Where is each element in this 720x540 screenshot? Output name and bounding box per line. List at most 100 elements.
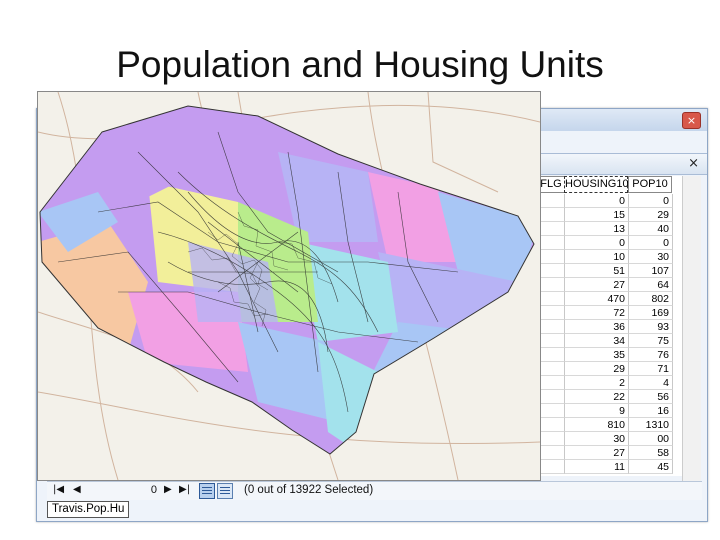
table-row[interactable]: 36 93 xyxy=(537,320,682,334)
first-record-icon[interactable]: |◀ xyxy=(53,484,64,495)
column-header-housing10[interactable]: HOUSING10 xyxy=(564,176,629,193)
table-cell-housing[interactable]: 27 xyxy=(565,446,629,460)
table-cell-housing[interactable]: 13 xyxy=(565,222,629,236)
table-row[interactable]: 13 40 xyxy=(537,222,682,236)
table-cell-flg[interactable] xyxy=(537,194,565,208)
table-cell-flg[interactable] xyxy=(537,222,565,236)
table-row[interactable]: 11 45 xyxy=(537,460,682,474)
table-row[interactable]: 72 169 xyxy=(537,306,682,320)
table-cell-pop[interactable]: 169 xyxy=(629,306,673,320)
table-row[interactable]: 34 75 xyxy=(537,334,682,348)
table-cell-housing[interactable]: 35 xyxy=(565,348,629,362)
table-cell-housing[interactable]: 10 xyxy=(565,250,629,264)
table-cell-flg[interactable] xyxy=(537,348,565,362)
show-all-records-icon[interactable] xyxy=(199,483,215,499)
table-row[interactable]: 10 30 xyxy=(537,250,682,264)
table-cell-housing[interactable]: 34 xyxy=(565,334,629,348)
next-record-icon[interactable]: ▶ xyxy=(164,484,172,495)
table-cell-flg[interactable] xyxy=(537,376,565,390)
record-navigation-bar: |◀ ◀ 0 ▶ ▶| (0 out of 13922 Selected) xyxy=(47,481,702,500)
table-cell-pop[interactable]: 75 xyxy=(629,334,673,348)
table-cell-flg[interactable] xyxy=(537,292,565,306)
table-cell-pop[interactable]: 58 xyxy=(629,446,673,460)
table-cell-pop[interactable]: 56 xyxy=(629,390,673,404)
table-cell-flg[interactable] xyxy=(537,432,565,446)
table-cell-pop[interactable]: 93 xyxy=(629,320,673,334)
table-cell-housing[interactable]: 36 xyxy=(565,320,629,334)
table-row[interactable]: 470 802 xyxy=(537,292,682,306)
table-cell-flg[interactable] xyxy=(537,236,565,250)
table-row[interactable]: 27 64 xyxy=(537,278,682,292)
table-cell-pop[interactable]: 16 xyxy=(629,404,673,418)
table-row[interactable]: 30 00 xyxy=(537,432,682,446)
table-cell-housing[interactable]: 9 xyxy=(565,404,629,418)
map-graphic xyxy=(38,92,540,480)
table-cell-housing[interactable]: 0 xyxy=(565,194,629,208)
previous-record-icon[interactable]: ◀ xyxy=(73,484,81,495)
table-cell-flg[interactable] xyxy=(537,208,565,222)
table-cell-pop[interactable]: 76 xyxy=(629,348,673,362)
attribute-table-grid[interactable]: FLG HOUSING10 POP10 0 0 15 29 13 40 0 0 10 30 51 10… xyxy=(537,176,682,476)
table-row[interactable]: 15 29 xyxy=(537,208,682,222)
table-cell-flg[interactable] xyxy=(537,404,565,418)
table-row[interactable]: 810 1310 xyxy=(537,418,682,432)
table-cell-pop[interactable]: 4 xyxy=(629,376,673,390)
table-cell-housing[interactable]: 72 xyxy=(565,306,629,320)
table-cell-pop[interactable]: 0 xyxy=(629,236,673,250)
table-cell-housing[interactable]: 11 xyxy=(565,460,629,474)
table-row[interactable]: 9 16 xyxy=(537,404,682,418)
tab-travis-pop-hu[interactable]: Travis.Pop.Hu xyxy=(47,501,130,518)
table-cell-flg[interactable] xyxy=(537,362,565,376)
table-cell-housing[interactable]: 51 xyxy=(565,264,629,278)
table-cell-pop[interactable]: 40 xyxy=(629,222,673,236)
table-cell-housing[interactable]: 29 xyxy=(565,362,629,376)
table-cell-pop[interactable]: 0 xyxy=(629,194,673,208)
table-cell-pop[interactable]: 107 xyxy=(629,264,673,278)
table-cell-flg[interactable] xyxy=(537,320,565,334)
table-cell-flg[interactable] xyxy=(537,390,565,404)
table-cell-flg[interactable] xyxy=(537,460,565,474)
last-record-icon[interactable]: ▶| xyxy=(179,484,190,495)
column-header-pop10[interactable]: POP10 xyxy=(628,176,672,193)
table-row[interactable]: 35 76 xyxy=(537,348,682,362)
close-icon[interactable]: × xyxy=(682,112,701,129)
table-cell-pop[interactable]: 00 xyxy=(629,432,673,446)
table-row[interactable]: 24 xyxy=(537,376,682,390)
close-icon[interactable]: × xyxy=(688,156,699,171)
table-cell-flg[interactable] xyxy=(537,250,565,264)
table-cell-pop[interactable]: 1310 xyxy=(629,418,673,432)
show-selected-records-icon[interactable] xyxy=(217,483,233,499)
table-cell-housing[interactable]: 30 xyxy=(565,432,629,446)
table-cell-housing[interactable]: 0 xyxy=(565,236,629,250)
table-cell-pop[interactable]: 29 xyxy=(629,208,673,222)
column-header-flg[interactable]: FLG xyxy=(537,176,564,193)
table-row[interactable]: 29 71 xyxy=(537,362,682,376)
census-tract-map[interactable] xyxy=(37,91,541,481)
table-row[interactable]: 00 xyxy=(537,236,682,250)
table-cell-pop[interactable]: 71 xyxy=(629,362,673,376)
vertical-scrollbar[interactable] xyxy=(682,176,701,481)
table-cell-pop[interactable]: 30 xyxy=(629,250,673,264)
table-cell-flg[interactable] xyxy=(537,306,565,320)
table-row[interactable]: 51 107 xyxy=(537,264,682,278)
table-cell-flg[interactable] xyxy=(537,418,565,432)
table-cell-housing[interactable]: 27 xyxy=(565,278,629,292)
table-rows: 0 0 15 29 13 40 0 0 10 30 51 107 27 64 470 802 72 169 36 93… xyxy=(537,194,682,474)
table-cell-housing[interactable]: 15 xyxy=(565,208,629,222)
table-cell-pop[interactable]: 64 xyxy=(629,278,673,292)
current-record-field[interactable]: 0 xyxy=(127,483,157,497)
table-cell-housing[interactable]: 2 xyxy=(565,376,629,390)
table-cell-housing[interactable]: 22 xyxy=(565,390,629,404)
table-cell-flg[interactable] xyxy=(537,278,565,292)
table-cell-flg[interactable] xyxy=(537,264,565,278)
table-cell-pop[interactable]: 45 xyxy=(629,460,673,474)
table-cell-housing[interactable]: 470 xyxy=(565,292,629,306)
slide-title: Population and Housing Units xyxy=(116,44,604,85)
table-cell-flg[interactable] xyxy=(537,334,565,348)
table-row[interactable]: 27 58 xyxy=(537,446,682,460)
table-cell-housing[interactable]: 810 xyxy=(565,418,629,432)
table-row[interactable]: 22 56 xyxy=(537,390,682,404)
table-row[interactable]: 00 xyxy=(537,194,682,208)
table-cell-flg[interactable] xyxy=(537,446,565,460)
table-cell-pop[interactable]: 802 xyxy=(629,292,673,306)
